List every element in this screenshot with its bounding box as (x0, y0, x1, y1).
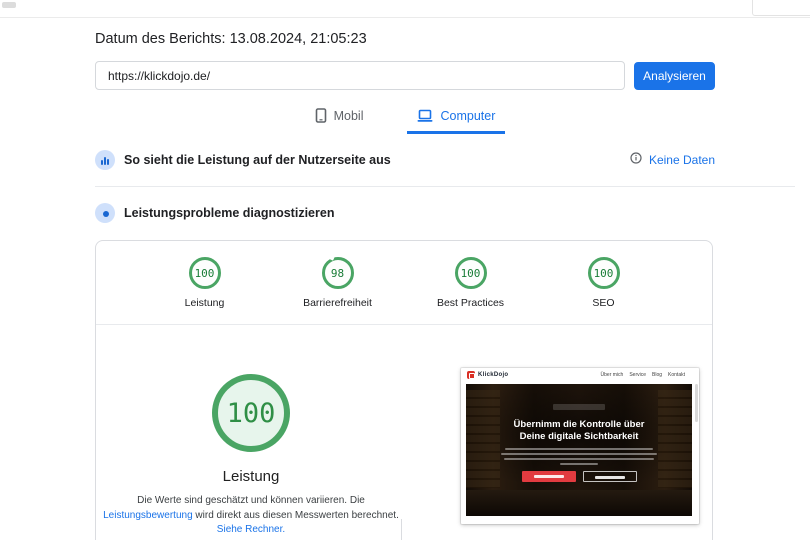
analyze-button[interactable]: Analysieren (634, 62, 715, 90)
preview-nav-item: Service (629, 372, 646, 378)
tab-mobile-label: Mobil (334, 109, 364, 123)
gauge-best-practices-label: Best Practices (437, 297, 504, 309)
preview-site-nav: Über mich Service Blog Kontakt (601, 372, 685, 378)
field-data-icon (95, 150, 115, 170)
preview-hero-buttons (466, 471, 692, 482)
diagnose-section-header: Leistungsprobleme diagnostizieren (95, 203, 715, 223)
klickdojo-logo-icon (467, 371, 475, 379)
gauge-performance-score: 100 (195, 267, 215, 280)
performance-big-score: 100 (227, 398, 276, 429)
preview-hero-content: Übernimm die Kontrolle über Deine digita… (466, 397, 692, 482)
top-left-artifact (2, 2, 16, 8)
gauge-accessibility-ring: 98 (322, 257, 354, 289)
preview-nav-item: Kontakt (668, 372, 685, 378)
site-screenshot-preview: KlickDojo Über mich Service Blog Kontakt… (461, 368, 699, 524)
gauge-seo[interactable]: 100 SEO (561, 257, 647, 309)
diagnose-title: Leistungsprobleme diagnostizieren (124, 206, 334, 220)
card-divider (96, 324, 712, 325)
hero-heading-line2: Deine digitale Sichtbarkeit (466, 431, 692, 443)
calculator-link[interactable]: Siehe Rechner. (217, 524, 285, 535)
field-data-title: So sieht die Leistung auf der Nutzerseit… (124, 153, 391, 167)
gauge-seo-score: 100 (594, 267, 614, 280)
no-data-indicator[interactable]: Keine Daten (630, 151, 715, 169)
preview-nav-item: Blog (652, 372, 662, 378)
diagnose-icon (95, 203, 115, 223)
info-icon (630, 151, 642, 169)
preview-logo-text: KlickDojo (478, 372, 508, 378)
main-content: Datum des Berichts: 13.08.2024, 21:05:23… (0, 31, 810, 540)
url-row: Analysieren (95, 61, 715, 90)
top-chrome-bar (0, 0, 810, 18)
tab-mobile[interactable]: Mobil (305, 104, 374, 134)
top-right-button-partial[interactable] (752, 0, 810, 16)
lighthouse-report-card: 100 Leistung 98 Barrierefreiheit 100 Bes… (95, 240, 713, 540)
device-tabs: Mobil Computer (95, 104, 715, 134)
category-gauges: 100 Leistung 98 Barrierefreiheit 100 Bes… (96, 241, 712, 309)
gauge-seo-ring: 100 (588, 257, 620, 289)
report-date: Datum des Berichts: 13.08.2024, 21:05:23 (95, 31, 715, 47)
gauge-accessibility-score: 98 (331, 267, 344, 280)
gauge-performance-ring: 100 (189, 257, 221, 289)
preview-hero-heading: Übernimm die Kontrolle über Deine digita… (466, 419, 692, 443)
preview-hero-badge (553, 404, 605, 410)
preview-scrollbar (695, 384, 698, 422)
gauge-best-practices-ring: 100 (455, 257, 487, 289)
preview-site-logo: KlickDojo (467, 371, 508, 379)
gauge-best-practices[interactable]: 100 Best Practices (428, 257, 514, 309)
gauge-performance-label: Leistung (185, 297, 225, 309)
url-input[interactable] (95, 61, 625, 90)
hero-floor (466, 490, 692, 516)
performance-description: Die Werte sind geschätzt und können vari… (97, 494, 405, 538)
performance-summary: 100 Leistung Die Werte sind geschätzt un… (101, 347, 401, 540)
gauge-accessibility-label: Barrierefreiheit (303, 297, 372, 309)
desc-text-1: Die Werte sind geschätzt und können vari… (137, 495, 365, 506)
column-divider (401, 519, 402, 540)
performance-title: Leistung (223, 468, 280, 485)
performance-big-gauge: 100 (212, 374, 290, 452)
preview-cta-secondary (583, 471, 637, 482)
preview-hero-paragraph (466, 448, 692, 466)
laptop-icon (417, 109, 433, 123)
no-data-label[interactable]: Keine Daten (649, 153, 715, 167)
preview-site-header: KlickDojo Über mich Service Blog Kontakt (461, 368, 699, 382)
scoring-link[interactable]: Leistungsbewertung (103, 510, 193, 521)
hero-heading-line1: Übernimm die Kontrolle über (466, 419, 692, 431)
smartphone-icon (315, 108, 327, 123)
preview-cta-primary (522, 471, 576, 482)
tab-desktop-label: Computer (440, 109, 495, 123)
section-divider (95, 186, 795, 187)
preview-nav-item: Über mich (601, 372, 624, 378)
gauge-performance[interactable]: 100 Leistung (162, 257, 248, 309)
preview-hero-image: Übernimm die Kontrolle über Deine digita… (466, 384, 692, 516)
gauge-best-practices-score: 100 (461, 267, 481, 280)
gauge-accessibility[interactable]: 98 Barrierefreiheit (295, 257, 381, 309)
tab-desktop[interactable]: Computer (407, 104, 505, 134)
field-data-section-header: So sieht die Leistung auf der Nutzerseit… (95, 150, 715, 170)
gauge-seo-label: SEO (592, 297, 614, 309)
desc-text-2: wird direkt aus diesen Messwerten berech… (193, 510, 399, 521)
